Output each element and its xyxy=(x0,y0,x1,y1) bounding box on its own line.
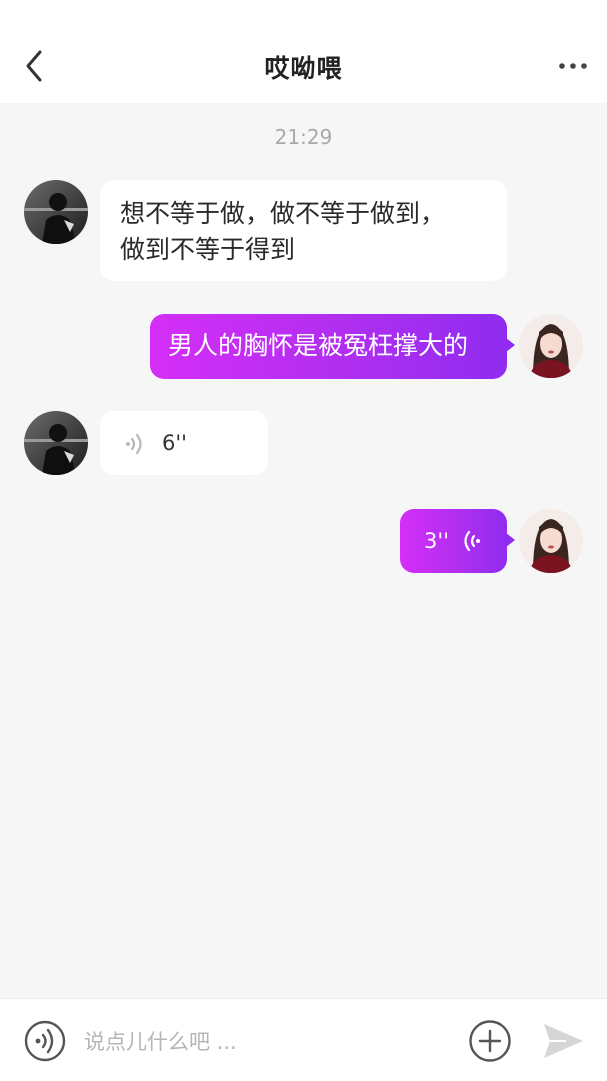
more-button[interactable] xyxy=(557,56,589,76)
avatar-image xyxy=(24,411,88,475)
chat-timestamp: 21:29 xyxy=(274,125,333,149)
avatar-image xyxy=(519,314,583,378)
plus-circle-icon xyxy=(469,1020,511,1062)
bubble-tail xyxy=(506,533,515,547)
more-dots-icon xyxy=(559,63,587,69)
page-title: 哎呦喂 xyxy=(264,54,343,83)
voice-duration: 6'' xyxy=(162,431,187,455)
input-bar xyxy=(0,998,607,1081)
message-text-line: 做到不等于得到 xyxy=(120,235,296,264)
bubble-tail xyxy=(506,338,515,352)
avatar-other[interactable] xyxy=(24,180,88,244)
avatar-image xyxy=(24,180,88,244)
add-attachment-button[interactable] xyxy=(467,1018,513,1064)
voice-message-incoming[interactable]: 6'' xyxy=(100,411,268,475)
message-bubble-incoming[interactable]: 想不等于做，做不等于做到， 做到不等于得到 xyxy=(100,180,507,281)
avatar-me[interactable] xyxy=(519,509,583,573)
header: 哎呦喂 xyxy=(0,0,607,103)
voice-toggle-icon xyxy=(24,1020,66,1062)
avatar-other[interactable] xyxy=(24,411,88,475)
avatar-me[interactable] xyxy=(519,314,583,378)
send-button[interactable] xyxy=(540,1018,586,1064)
voice-toggle-button[interactable] xyxy=(23,1019,67,1063)
avatar-image xyxy=(519,509,583,573)
message-bubble-outgoing[interactable]: 男人的胸怀是被冤枉撑大的 xyxy=(150,314,515,379)
message-text: 男人的胸怀是被冤枉撑大的 xyxy=(168,331,469,360)
voice-wave-icon xyxy=(464,530,480,552)
voice-duration: 3'' xyxy=(424,529,449,553)
voice-message-outgoing[interactable]: 3'' xyxy=(400,509,515,573)
message-text-line: 想不等于做，做不等于做到， xyxy=(120,199,446,228)
message-input[interactable] xyxy=(82,1023,446,1061)
send-icon xyxy=(544,1024,583,1058)
voice-wave-icon xyxy=(126,433,142,455)
